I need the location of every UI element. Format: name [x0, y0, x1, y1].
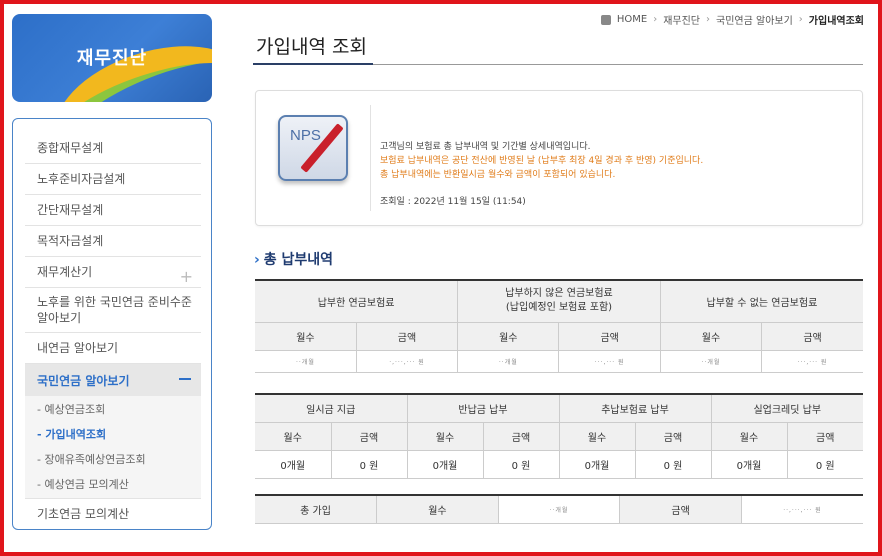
- table-cell: ··,···,··· 원: [740, 494, 863, 524]
- table-header: 총 가입: [255, 494, 378, 524]
- breadcrumb-level2[interactable]: 국민연금 알아보기: [716, 12, 793, 27]
- table-cell: 0 원: [330, 449, 408, 479]
- table-header: 실업크레딧 납부: [710, 393, 863, 423]
- nps-logo-icon: NPS: [278, 113, 354, 183]
- table-header: 추납보험료 납부: [558, 393, 712, 423]
- breadcrumb-home[interactable]: HOME: [617, 14, 647, 25]
- table-header: 일시금 지급: [255, 393, 408, 423]
- info-line: 고객님의 보험료 총 납부내역 및 기간별 상세내역입니다.: [380, 142, 591, 152]
- table-cell: 0개월: [406, 449, 484, 479]
- brand-title: 재무진단: [76, 48, 148, 69]
- sidebar-item-label: 재무계산기: [37, 265, 93, 279]
- submenu-item-expected-pension[interactable]: - 예상연금조회: [25, 401, 201, 417]
- table-header: 금액: [619, 494, 742, 524]
- info-notice: 보험료 납부내역은 공단 전산에 반영된 날 (납부후 최장 4일 경과 후 반…: [380, 156, 704, 166]
- payment-detail-table: 일시금 지급 반납금 납부 추납보험료 납부 실업크레딧 납부 월수 금액 월수…: [255, 393, 863, 479]
- table-subheader: 월수: [255, 421, 332, 451]
- chevron-right-icon: ›: [254, 252, 260, 268]
- sidebar-item-label: 국민연금 알아보기: [37, 374, 130, 388]
- submenu-item-enrollment-history[interactable]: - 가입내역조회: [25, 426, 201, 442]
- table-subheader: 월수: [255, 321, 357, 351]
- chevron-right-icon: ›: [653, 14, 658, 25]
- table-subheader: 월수: [558, 421, 636, 451]
- submenu-item-pension-simulation[interactable]: - 예상연금 모의계산: [25, 476, 201, 492]
- table-cell: 0 원: [786, 449, 863, 479]
- info-box: NPS 고객님의 보험료 총 납부내역 및 기간별 상세내역입니다. 보험료 납…: [255, 90, 863, 226]
- table-subheader: 금액: [634, 421, 712, 451]
- table-subheader: 월수: [659, 321, 763, 351]
- nps-logo-text: NPS: [290, 127, 321, 144]
- table-header: 반납금 납부: [406, 393, 560, 423]
- table-cell: 0개월: [255, 449, 332, 479]
- submenu-item-disability-survivor[interactable]: - 장애유족예상연금조회: [25, 451, 201, 467]
- header-line: 납부하지 않은 연금보험료 (납입예정인 보험료 포함): [505, 288, 613, 314]
- sidebar-item-comprehensive-plan[interactable]: 종합재무설계: [25, 133, 201, 164]
- collapse-icon: [179, 378, 191, 380]
- info-divider: [370, 105, 371, 211]
- info-notice: 총 납부내역에는 반환일시금 월수와 금액이 포함되어 있습니다.: [380, 170, 616, 180]
- sidebar-item-pension-readiness[interactable]: 노후를 위한 국민연금 준비수준 알아보기: [25, 288, 201, 333]
- table-header: 월수: [376, 494, 499, 524]
- sidebar-item-national-pension[interactable]: 국민연금 알아보기: [25, 364, 201, 396]
- table-cell: ··개월: [659, 349, 763, 373]
- table-cell: 0개월: [710, 449, 788, 479]
- section-title: › 총 납부내역: [254, 249, 333, 269]
- total-enrollment-table: 총 가입 월수 ··개월 금액 ··,···,··· 원: [255, 494, 863, 524]
- sidebar-item-goal-fund[interactable]: 목적자금설계: [25, 226, 201, 257]
- table-header: 납부하지 않은 연금보험료 (납입예정인 보험료 포함): [457, 279, 661, 323]
- chevron-right-icon: ›: [706, 14, 711, 25]
- table-subheader: 금액: [786, 421, 863, 451]
- title-divider: [253, 63, 863, 65]
- table-cell: 0 원: [482, 449, 560, 479]
- table-cell: ·,···,··· 원: [355, 349, 459, 373]
- table-header: 납부한 연금보험료: [255, 279, 459, 323]
- page-title: 가입내역 조회: [256, 36, 367, 58]
- sidebar-item-simple-plan[interactable]: 간단재무설계: [25, 195, 201, 226]
- breadcrumb-current: 가입내역조회: [808, 16, 864, 27]
- table-cell: ···,··· 원: [558, 349, 661, 373]
- table-subheader: 월수: [406, 421, 484, 451]
- chevron-right-icon: ›: [798, 14, 803, 25]
- table-subheader: 금액: [330, 421, 408, 451]
- table-subheader: 월수: [457, 321, 560, 351]
- table-row: 총 가입 월수 ··개월 금액 ··,···,··· 원: [255, 494, 863, 524]
- table-subheader: 금액: [761, 321, 863, 351]
- table-row: 0개월 0 원 0개월 0 원 0개월 0 원 0개월 0 원: [255, 449, 863, 479]
- sidebar-item-calculator[interactable]: 재무계산기: [25, 257, 201, 292]
- home-icon: [600, 14, 611, 25]
- query-date: 조회일 : 2022년 11월 15일 (11:54): [380, 197, 526, 207]
- section-title-text: 총 납부내역: [263, 252, 334, 268]
- sidebar-nav: 종합재무설계 노후준비자금설계 간단재무설계 목적자금설계 재무계산기 노후를 …: [12, 118, 212, 530]
- table-cell: 0개월: [558, 449, 636, 479]
- table-cell: ··개월: [457, 349, 560, 373]
- brand-banner: 재무진단: [12, 14, 212, 102]
- table-row: ··개월 ·,···,··· 원 ··개월 ···,··· 원 ··개월 ···…: [255, 349, 863, 373]
- sidebar-item-basic-pension[interactable]: 기초연금 모의계산: [25, 498, 201, 528]
- table-header: 납부할 수 없는 연금보험료: [659, 279, 863, 323]
- breadcrumb-level1[interactable]: 재무진단: [663, 12, 700, 27]
- table-cell: 0 원: [634, 449, 712, 479]
- breadcrumb: HOME › 재무진단 › 국민연금 알아보기 › 가입내역조회: [600, 12, 864, 27]
- table-subheader: 월수: [710, 421, 788, 451]
- total-payment-table: 납부한 연금보험료 납부하지 않은 연금보험료 (납입예정인 보험료 포함) 납…: [255, 279, 863, 373]
- table-subheader: 금액: [482, 421, 560, 451]
- table-subheader: 금액: [355, 321, 459, 351]
- table-cell: ··개월: [255, 349, 357, 373]
- table-subheader: 금액: [558, 321, 661, 351]
- sidebar-item-retirement-fund[interactable]: 노후준비자금설계: [25, 164, 201, 195]
- sidebar-item-my-pension[interactable]: 내연금 알아보기: [25, 333, 201, 364]
- table-cell: ···,··· 원: [761, 349, 863, 373]
- table-cell: ··개월: [497, 494, 621, 524]
